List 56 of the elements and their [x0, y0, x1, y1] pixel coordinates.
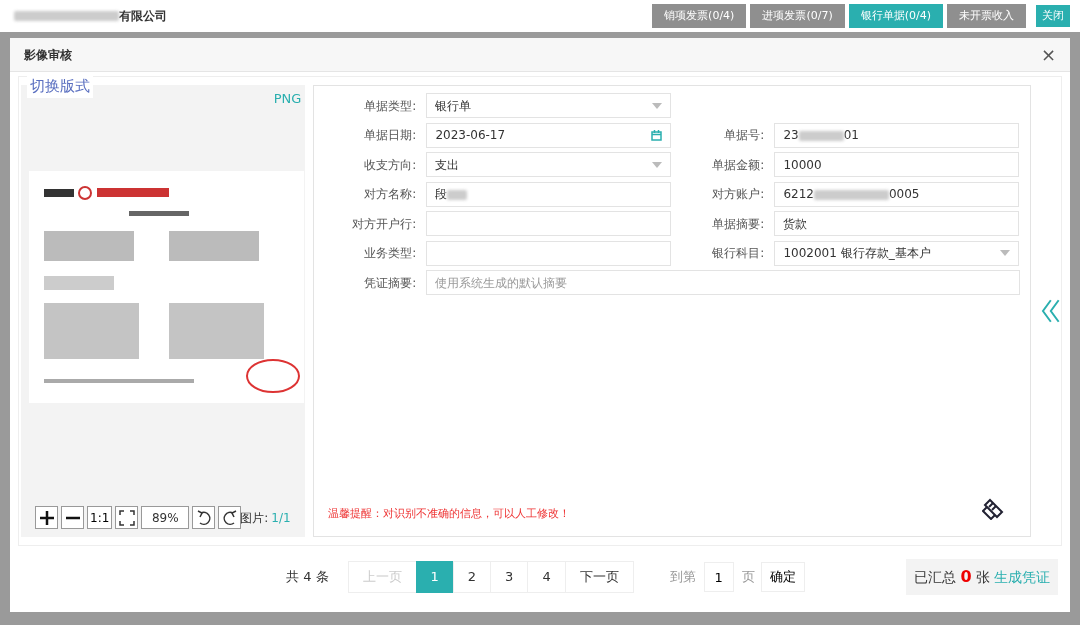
zoom-in-icon[interactable] — [35, 506, 58, 529]
total-count: 共 4 条 — [286, 568, 329, 587]
dropdown-caret-icon — [652, 161, 663, 168]
page-unit-label: 页 — [741, 568, 755, 587]
collapse-chevron-icon[interactable] — [1041, 297, 1061, 325]
brush-icon[interactable] — [982, 498, 1005, 520]
field-label: 对方名称: — [363, 186, 418, 204]
page-button[interactable]: 3 — [490, 561, 529, 593]
input-field[interactable]: 23 01 — [774, 122, 1020, 148]
summary-text: 已汇总 0 张 — [913, 566, 990, 588]
input-field[interactable]: 支出 — [426, 152, 672, 178]
input-field[interactable]: 10000 — [774, 152, 1020, 178]
input-field[interactable] — [426, 211, 672, 237]
next-page-button[interactable]: 下一页 — [564, 561, 634, 593]
rotate-left-icon[interactable] — [192, 506, 216, 529]
input-field[interactable]: 银行单 — [426, 93, 672, 119]
field-label: 业务类型: — [363, 245, 418, 263]
input-field[interactable]: 货款 — [774, 211, 1020, 237]
field-label: 对方账户: — [711, 186, 766, 204]
page-input[interactable]: 1 — [703, 562, 734, 592]
fullscreen-icon[interactable] — [115, 506, 139, 529]
image-count-label: 图片: — [240, 509, 269, 527]
field-label: 收支方向: — [363, 156, 418, 174]
field-label: 单据金额: — [711, 156, 766, 174]
zoom-level: 89% — [141, 506, 190, 529]
input-field[interactable]: 1002001 银行存款_基本户 — [774, 240, 1020, 266]
zoom-out-icon[interactable] — [61, 506, 84, 529]
field-label: 凭证摘要: — [363, 274, 418, 292]
image-count: 1/1 — [271, 509, 291, 527]
calendar-icon[interactable] — [651, 129, 663, 141]
close-button[interactable]: × — [1040, 45, 1056, 64]
dialog-title: 影像审核 — [24, 46, 72, 64]
field-label: 单据号: — [723, 127, 766, 145]
field-label: 银行科目: — [711, 245, 766, 263]
redacted-text — [447, 189, 468, 200]
input-field[interactable]: 2023-06-17 — [426, 122, 672, 148]
goto-label: 到第 — [669, 568, 696, 587]
field-label: 单据日期: — [363, 127, 418, 145]
dropdown-caret-icon — [1000, 250, 1011, 257]
page-button[interactable]: 4 — [527, 561, 566, 593]
format-label: PNG — [273, 90, 303, 108]
company-name: 有限公司 — [119, 8, 167, 25]
page-button[interactable]: 2 — [452, 561, 492, 593]
rotate-right-icon[interactable] — [218, 506, 242, 529]
redacted-text — [798, 130, 844, 141]
dropdown-caret-icon — [652, 102, 663, 109]
actual-size-button[interactable]: 1:1 — [87, 506, 113, 529]
field-label: 单据类型: — [363, 97, 418, 115]
input-field[interactable]: 段 — [426, 181, 672, 207]
layout-switch-link[interactable]: 切换版式 — [27, 75, 93, 98]
field-label: 对方开户行: — [351, 215, 418, 233]
hint-text: 温馨提醒：对识别不准确的信息，可以人工修改！ — [328, 505, 571, 522]
field-label: 单据摘要: — [711, 215, 766, 233]
confirm-button[interactable]: 确定 — [760, 562, 805, 592]
input-field[interactable] — [426, 240, 672, 266]
input-field[interactable]: 6212 0005 — [774, 181, 1020, 207]
